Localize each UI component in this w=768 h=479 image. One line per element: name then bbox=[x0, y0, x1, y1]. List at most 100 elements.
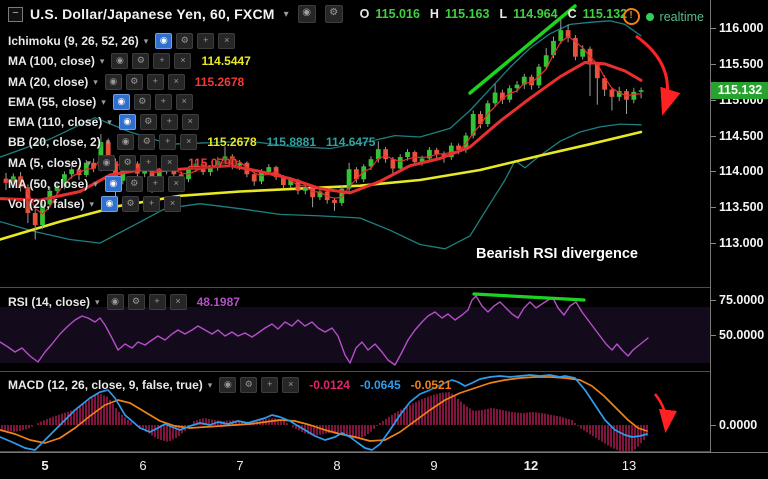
indicator-label[interactable]: MA (100, close) bbox=[8, 54, 95, 68]
indicator-row: MA (5, close) ▾ ◉ ⚙ + × 115.0790 bbox=[8, 155, 238, 171]
eye-toggle-icon[interactable]: ◉ bbox=[111, 53, 129, 69]
candle-body bbox=[397, 157, 403, 169]
eye-toggle-icon[interactable]: ◉ bbox=[112, 94, 130, 110]
price-axis[interactable]: 116.000 115.500 115.000 114.500 114.000 113.5… bbox=[710, 0, 768, 452]
gear-icon[interactable]: ⚙ bbox=[138, 134, 156, 150]
price-axis-label: 114.000 bbox=[719, 164, 764, 178]
collapse-icon[interactable]: − bbox=[8, 6, 23, 22]
candle-body bbox=[332, 200, 337, 203]
add-icon[interactable]: + bbox=[146, 176, 164, 192]
indicator-row: EMA (55, close) ▾ ◉ ⚙ + × bbox=[8, 94, 193, 110]
eye-toggle-icon[interactable]: ◉ bbox=[98, 155, 116, 171]
gear-icon[interactable]: ⚙ bbox=[119, 155, 137, 171]
eye-toggle-icon[interactable]: ◉ bbox=[118, 114, 136, 130]
gear-icon[interactable]: ⚙ bbox=[133, 94, 151, 110]
close-icon[interactable]: × bbox=[164, 196, 182, 212]
indicator-dropdown-caret-icon[interactable]: ▾ bbox=[95, 297, 100, 308]
add-icon[interactable]: + bbox=[140, 155, 158, 171]
add-icon[interactable]: + bbox=[261, 377, 279, 393]
axis-tick bbox=[711, 28, 716, 29]
price-axis-label: 115.500 bbox=[719, 57, 764, 71]
eye-icon[interactable]: ◉ bbox=[297, 5, 316, 23]
realtime-status: ! realtime bbox=[622, 8, 704, 25]
time-axis[interactable]: 5 6 7 8 9 12 13 bbox=[0, 452, 768, 479]
warning-icon[interactable]: ! bbox=[622, 8, 640, 25]
indicator-dropdown-caret-icon[interactable]: ▾ bbox=[106, 137, 111, 148]
indicator-row: Ichimoku (9, 26, 52, 26) ▾ ◉ ⚙ + × bbox=[8, 33, 236, 49]
symbol-dropdown-caret-icon[interactable]: ▾ bbox=[284, 9, 289, 20]
indicator-label[interactable]: MA (20, close) bbox=[8, 75, 88, 89]
close-icon[interactable]: × bbox=[167, 74, 185, 90]
gear-icon[interactable]: ⚙ bbox=[132, 53, 150, 69]
close-icon[interactable]: × bbox=[181, 114, 199, 130]
eye-toggle-icon[interactable]: ◉ bbox=[104, 176, 122, 192]
add-icon[interactable]: + bbox=[197, 33, 215, 49]
indicator-dropdown-caret-icon[interactable]: ▾ bbox=[87, 158, 92, 169]
open-value: 115.016 bbox=[375, 7, 420, 21]
close-icon[interactable]: × bbox=[167, 176, 185, 192]
price-axis-label: 0.0000 bbox=[719, 418, 758, 432]
indicator-label[interactable]: EMA (55, close) bbox=[8, 95, 96, 109]
gear-icon[interactable]: ⚙ bbox=[176, 33, 194, 49]
down-arrow-annotation[interactable] bbox=[635, 34, 681, 116]
close-label: C bbox=[567, 7, 577, 21]
gear-icon[interactable]: ⚙ bbox=[139, 114, 157, 130]
gear-icon[interactable]: ⚙ bbox=[324, 5, 343, 23]
symbol-title[interactable]: U.S. Dollar/Japanese Yen, 60, FXCM bbox=[30, 6, 275, 22]
pane-separator[interactable] bbox=[0, 371, 768, 372]
indicator-dropdown-caret-icon[interactable]: ▾ bbox=[144, 36, 149, 47]
indicator-label[interactable]: RSI (14, close) bbox=[8, 295, 90, 309]
gear-icon[interactable]: ⚙ bbox=[240, 377, 258, 393]
eye-toggle-icon[interactable]: ◉ bbox=[101, 196, 119, 212]
close-icon[interactable]: × bbox=[161, 155, 179, 171]
add-icon[interactable]: + bbox=[143, 196, 161, 212]
eye-toggle-icon[interactable]: ◉ bbox=[104, 74, 122, 90]
add-icon[interactable]: + bbox=[153, 53, 171, 69]
divergence-annotation-text[interactable]: Bearish RSI divergence bbox=[476, 246, 638, 262]
candle-body bbox=[390, 159, 396, 169]
gear-icon[interactable]: ⚙ bbox=[127, 294, 145, 310]
rsi-divergence-trendline[interactable] bbox=[472, 292, 586, 302]
close-icon[interactable]: × bbox=[174, 53, 192, 69]
eye-toggle-icon[interactable]: ◉ bbox=[117, 134, 135, 150]
indicator-dropdown-caret-icon[interactable]: ▾ bbox=[93, 179, 98, 190]
candle-body bbox=[609, 89, 615, 97]
add-icon[interactable]: + bbox=[146, 74, 164, 90]
add-icon[interactable]: + bbox=[154, 94, 172, 110]
axis-tick bbox=[711, 171, 716, 172]
eye-toggle-icon[interactable]: ◉ bbox=[219, 377, 237, 393]
close-icon[interactable]: × bbox=[282, 377, 300, 393]
indicator-dropdown-caret-icon[interactable]: ▾ bbox=[89, 199, 94, 210]
axis-tick bbox=[711, 100, 716, 101]
indicator-label[interactable]: MACD (12, 26, close, 9, false, true) bbox=[8, 378, 203, 392]
indicator-dropdown-caret-icon[interactable]: ▾ bbox=[101, 97, 106, 108]
macd-down-arrow-annotation[interactable] bbox=[653, 393, 678, 434]
close-icon[interactable]: × bbox=[218, 33, 236, 49]
indicator-label[interactable]: Ichimoku (9, 26, 52, 26) bbox=[8, 34, 139, 48]
close-icon[interactable]: × bbox=[175, 94, 193, 110]
gear-icon[interactable]: ⚙ bbox=[125, 176, 143, 192]
indicator-dropdown-caret-icon[interactable]: ▾ bbox=[93, 77, 98, 88]
close-icon[interactable]: × bbox=[169, 294, 187, 310]
add-icon[interactable]: + bbox=[148, 294, 166, 310]
indicator-label[interactable]: Vol (20, false) bbox=[8, 197, 84, 211]
axis-tick bbox=[711, 425, 716, 426]
add-icon[interactable]: + bbox=[160, 114, 178, 130]
axis-tick bbox=[711, 207, 716, 208]
eye-toggle-icon[interactable]: ◉ bbox=[106, 294, 124, 310]
indicator-value: -0.0124 bbox=[309, 378, 350, 392]
indicator-dropdown-caret-icon[interactable]: ▾ bbox=[100, 56, 105, 67]
close-icon[interactable]: × bbox=[180, 134, 198, 150]
pane-separator[interactable] bbox=[0, 287, 768, 288]
gear-icon[interactable]: ⚙ bbox=[125, 74, 143, 90]
indicator-label[interactable]: MA (5, close) bbox=[8, 156, 82, 170]
indicator-label[interactable]: BB (20, close, 2) bbox=[8, 135, 101, 149]
indicator-label[interactable]: MA (50, close) bbox=[8, 177, 88, 191]
trading-chart-app: − U.S. Dollar/Japanese Yen, 60, FXCM ▾ ◉… bbox=[0, 0, 768, 479]
gear-icon[interactable]: ⚙ bbox=[122, 196, 140, 212]
indicator-label[interactable]: EMA (110, close) bbox=[8, 115, 102, 129]
indicator-dropdown-caret-icon[interactable]: ▾ bbox=[107, 117, 112, 128]
indicator-dropdown-caret-icon[interactable]: ▾ bbox=[208, 380, 213, 391]
add-icon[interactable]: + bbox=[159, 134, 177, 150]
eye-toggle-icon[interactable]: ◉ bbox=[155, 33, 173, 49]
